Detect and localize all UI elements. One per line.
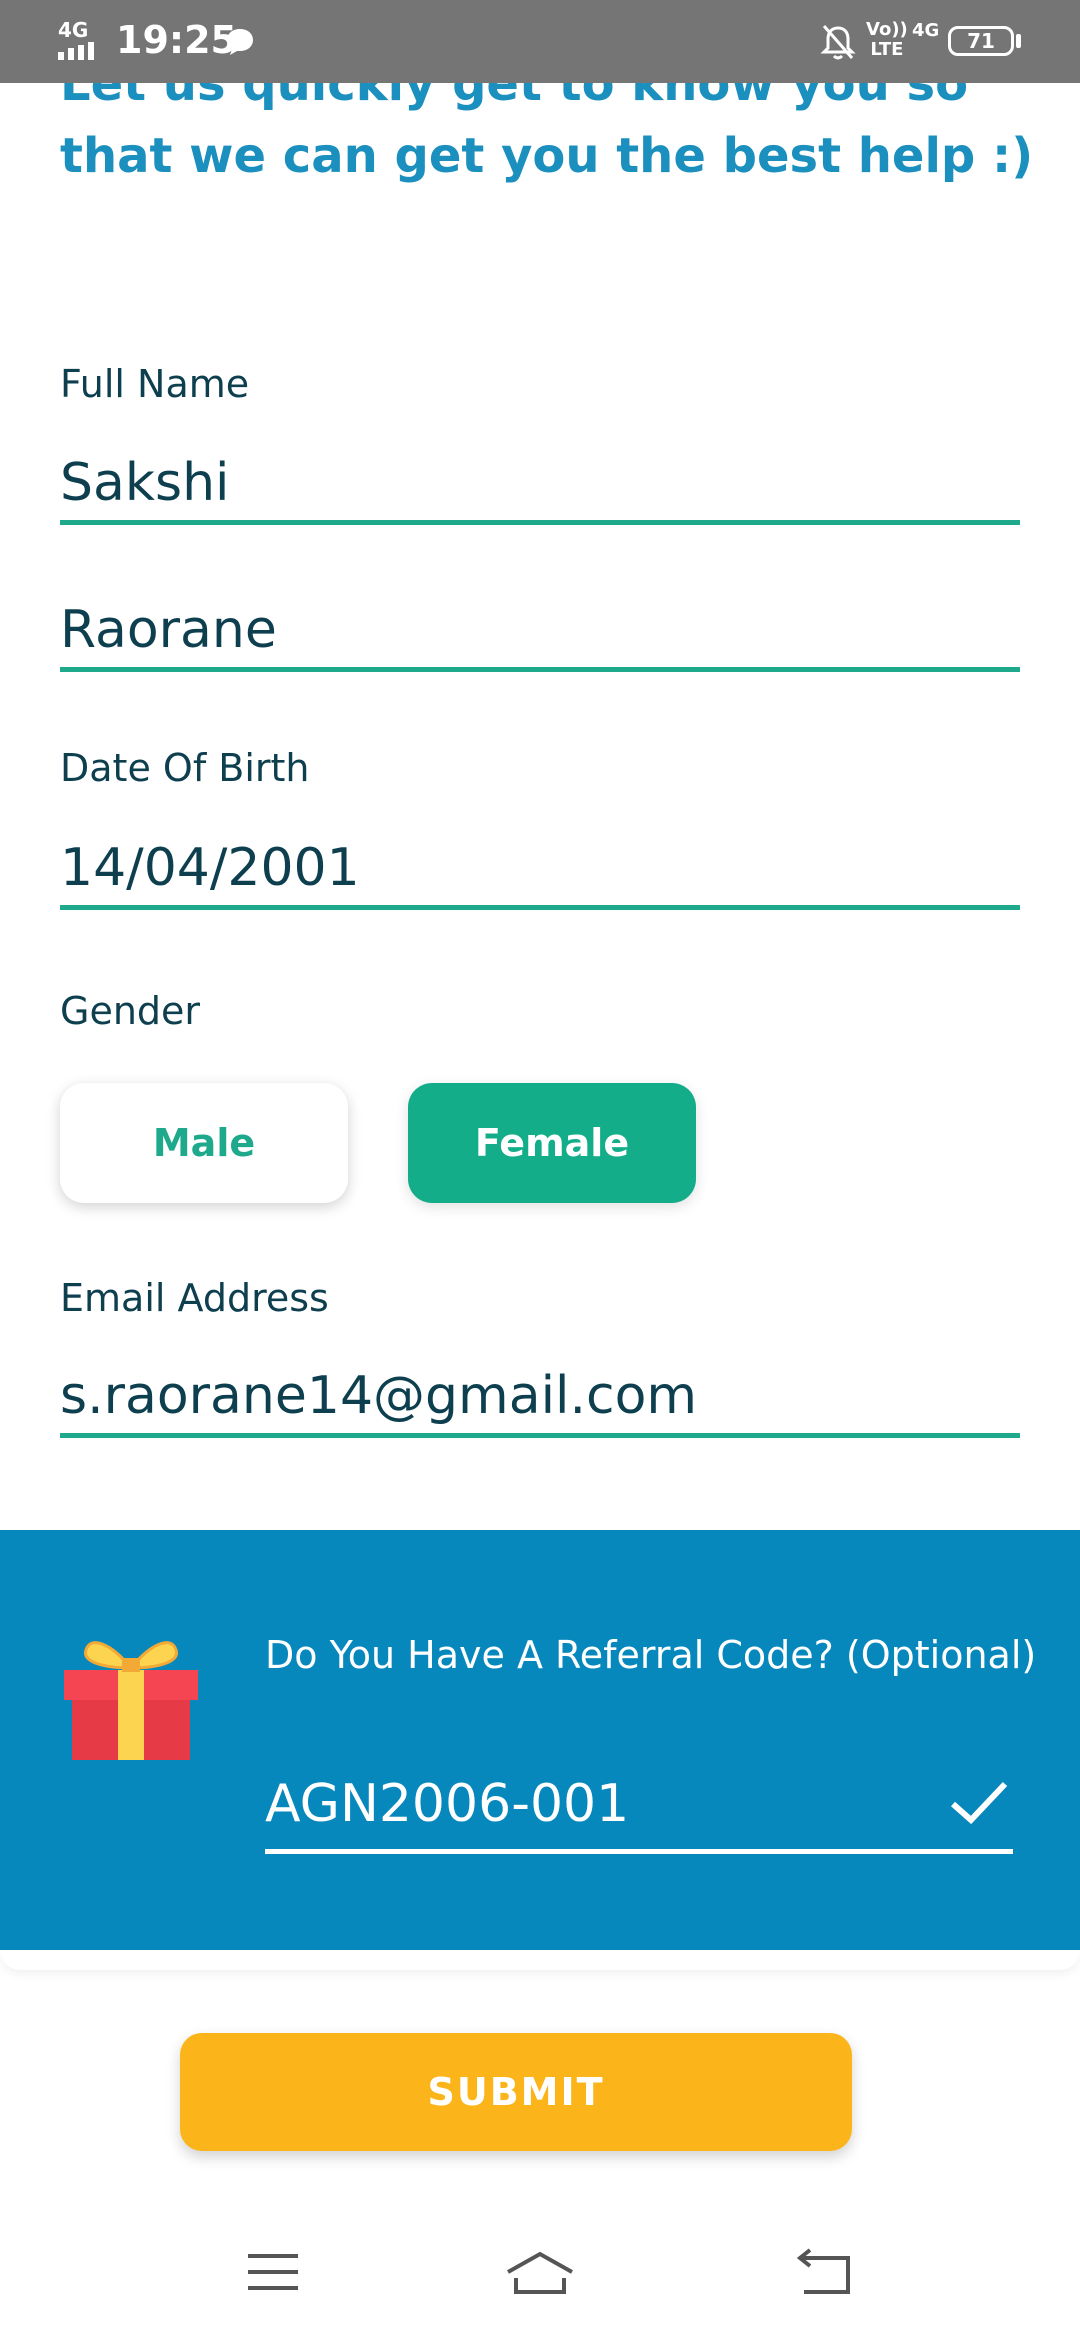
last-name-input[interactable] xyxy=(60,592,1020,667)
volte-indicator: Vo)) LTE xyxy=(866,19,908,60)
submit-button[interactable]: SUBMIT xyxy=(180,2033,852,2151)
dob-input[interactable] xyxy=(60,830,1020,905)
network-type: 4G xyxy=(58,18,89,42)
referral-code-field[interactable] xyxy=(265,1758,1013,1854)
menu-icon[interactable] xyxy=(244,2248,314,2298)
gender-female-button[interactable]: Female xyxy=(408,1083,696,1203)
dob-field[interactable] xyxy=(60,830,1020,910)
email-label: Email Address xyxy=(60,1276,329,1320)
gender-male-button[interactable]: Male xyxy=(60,1083,348,1203)
home-icon[interactable] xyxy=(504,2248,574,2298)
mute-bell-icon xyxy=(820,25,856,60)
email-field[interactable] xyxy=(60,1358,1020,1438)
gender-label: Gender xyxy=(60,989,201,1033)
clock: 19:25 xyxy=(116,18,237,62)
email-input[interactable] xyxy=(60,1358,1020,1433)
first-name-field[interactable] xyxy=(60,445,1020,525)
network-type-right: 4G xyxy=(912,20,940,41)
status-bar: 4G 19:25 Vo)) LTE 4G 71 xyxy=(0,0,1080,83)
navigation-bar xyxy=(0,2200,1080,2340)
last-name-field[interactable] xyxy=(60,592,1020,672)
battery-icon: 71 xyxy=(948,26,1014,56)
first-name-input[interactable] xyxy=(60,445,1020,520)
check-icon[interactable] xyxy=(949,1778,1009,1828)
form-card-bottom xyxy=(0,1950,1080,1970)
battery-level: 71 xyxy=(967,29,995,53)
chat-bubble-icon xyxy=(227,29,253,55)
back-icon[interactable] xyxy=(796,2248,866,2298)
referral-title: Do You Have A Referral Code? (Optional) xyxy=(265,1633,1037,1677)
full-name-label: Full Name xyxy=(60,362,250,406)
gift-icon xyxy=(64,1641,198,1760)
referral-section: Do You Have A Referral Code? (Optional) xyxy=(0,1530,1080,1950)
referral-code-input[interactable] xyxy=(265,1758,865,1849)
signal-icon xyxy=(58,42,94,60)
dob-label: Date Of Birth xyxy=(60,746,310,790)
battery-tip xyxy=(1016,34,1021,48)
